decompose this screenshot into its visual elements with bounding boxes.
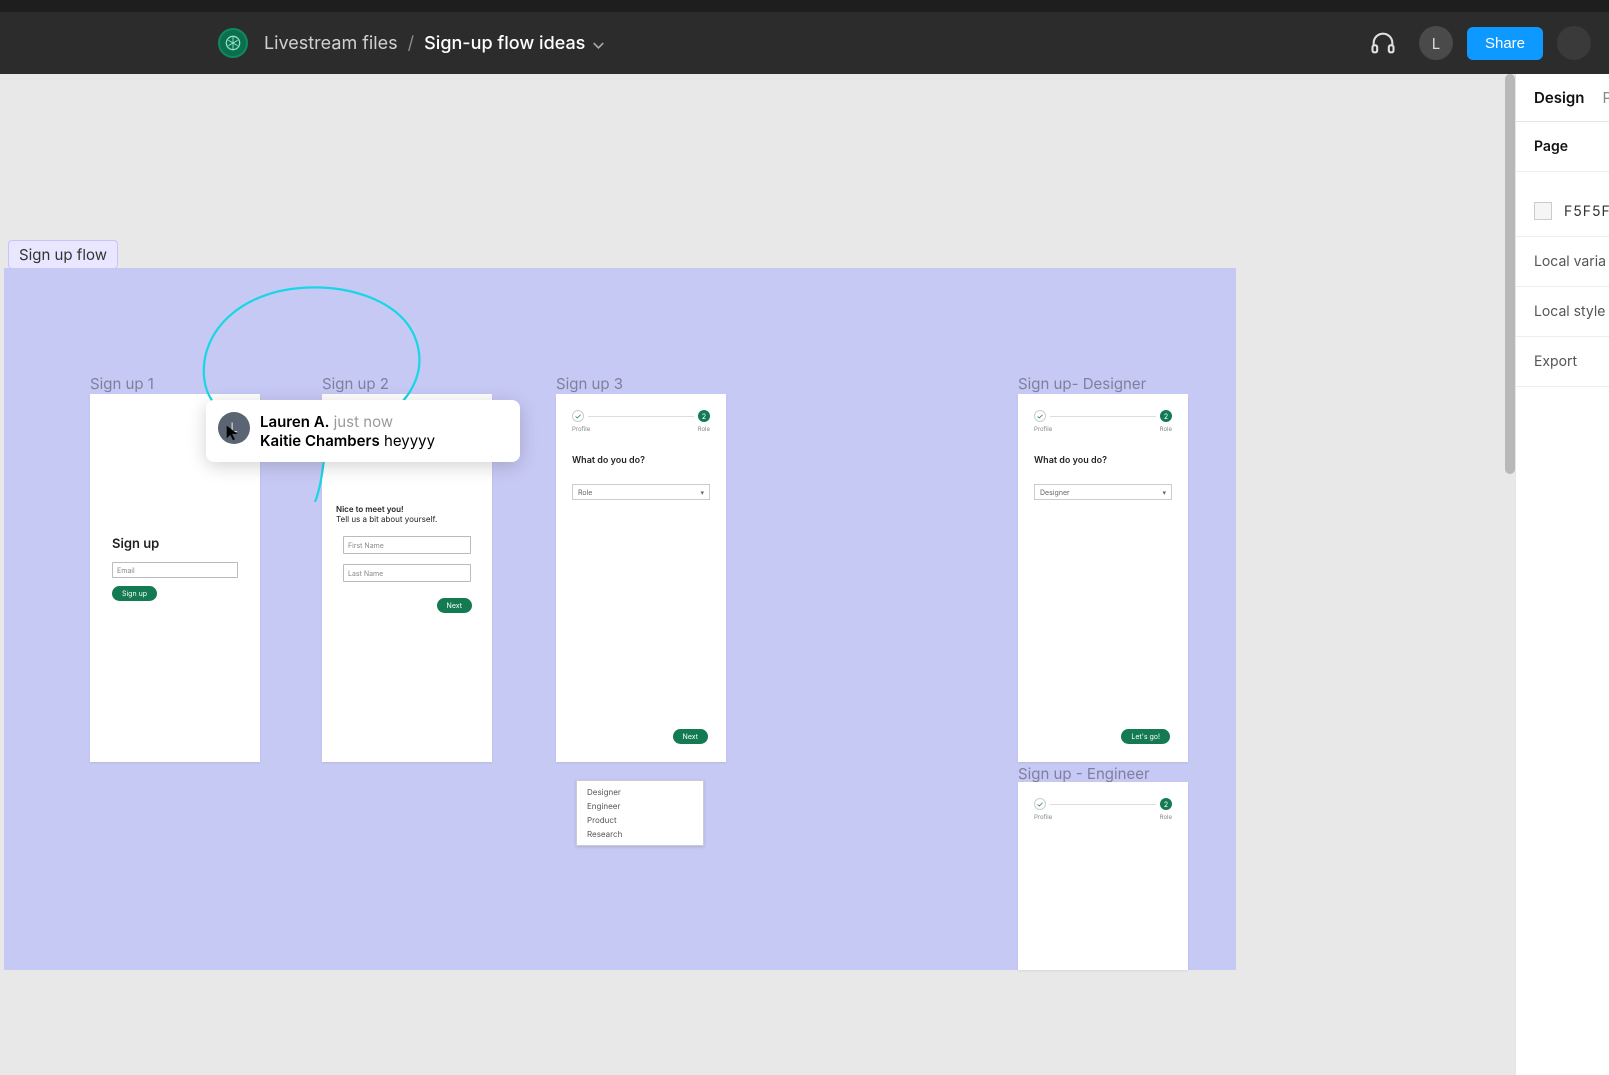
page-color-hex[interactable]: F5F5F xyxy=(1564,203,1609,220)
color-swatch[interactable] xyxy=(1534,202,1552,220)
user-avatar[interactable]: L xyxy=(1419,26,1453,60)
breadcrumb-file-label: Sign-up flow ideas xyxy=(424,33,585,54)
tab-prototype[interactable]: P xyxy=(1602,88,1609,107)
step-label-2: Role xyxy=(698,426,710,433)
comment-timestamp: just now xyxy=(334,412,393,431)
breadcrumb-separator: / xyxy=(408,33,415,54)
step-label-2: Role xyxy=(1160,814,1172,821)
section-page: Page xyxy=(1516,122,1609,172)
frame-label[interactable]: Sign up 1 xyxy=(90,374,154,393)
question-heading: What do you do? xyxy=(1034,455,1172,466)
section-local-styles[interactable]: Local style xyxy=(1516,287,1609,337)
page-background-row[interactable]: F5F5F xyxy=(1534,202,1609,220)
heading: Sign up xyxy=(112,536,238,552)
dropdown-option[interactable]: Product xyxy=(577,813,703,827)
breadcrumb: Livestream files / Sign-up flow ideas ⌄ xyxy=(264,33,606,54)
email-field[interactable]: Email xyxy=(112,562,238,578)
signup-button[interactable]: Sign up xyxy=(112,586,157,601)
team-icon xyxy=(225,35,241,51)
greeting-line-2: Tell us a bit about yourself. xyxy=(336,514,478,524)
progress-stepper: 2 xyxy=(572,410,710,422)
step-done-icon xyxy=(1034,410,1046,422)
cursor-icon xyxy=(224,424,242,442)
section-label[interactable]: Sign up flow xyxy=(8,240,118,269)
comment-mention: Kaitie Chambers xyxy=(260,431,380,450)
share-button[interactable]: Share xyxy=(1467,27,1543,60)
role-select-value: Role xyxy=(578,488,592,497)
frame-signup-designer[interactable]: 2 Profile Role What do you do? Designer ▾… xyxy=(1018,394,1188,762)
tab-design[interactable]: Design xyxy=(1534,88,1584,107)
comment-card[interactable]: L Lauren A. just now Kaitie Chambers hey… xyxy=(206,400,520,462)
progress-stepper: 2 xyxy=(1034,798,1172,810)
section-local-variables[interactable]: Local varia xyxy=(1516,237,1609,287)
step-current: 2 xyxy=(1160,798,1172,810)
breadcrumb-project[interactable]: Livestream files xyxy=(264,33,398,54)
dropdown-option[interactable]: Research xyxy=(577,827,703,841)
role-select[interactable]: Role ▾ xyxy=(572,484,710,500)
next-button[interactable]: Next xyxy=(673,729,708,744)
headphones-icon[interactable] xyxy=(1369,29,1397,57)
chevron-down-icon: ▾ xyxy=(700,488,704,497)
menu-bar-strip xyxy=(0,0,1609,12)
role-select[interactable]: Designer ▾ xyxy=(1034,484,1172,500)
step-label-1: Profile xyxy=(1034,814,1052,821)
step-done-icon xyxy=(572,410,584,422)
frame-signup-engineer[interactable]: 2 Profile Role xyxy=(1018,782,1188,970)
frame-label[interactable]: Sign up- Designer xyxy=(1018,374,1146,393)
last-name-field[interactable]: Last Name xyxy=(343,564,471,582)
question-heading: What do you do? xyxy=(572,455,710,466)
canvas-vertical-scrollbar[interactable] xyxy=(1505,74,1515,474)
chevron-down-icon: ▾ xyxy=(1162,488,1166,497)
next-button[interactable]: Next xyxy=(437,598,472,613)
frame-label[interactable]: Sign up 2 xyxy=(322,374,389,393)
breadcrumb-file[interactable]: Sign-up flow ideas ⌄ xyxy=(424,33,605,54)
workspace: Sign up flow Sign up 1 Sign up Email Sig… xyxy=(0,74,1609,1075)
step-current: 2 xyxy=(698,410,710,422)
chevron-down-icon[interactable]: ⌄ xyxy=(591,33,605,54)
team-avatar[interactable] xyxy=(218,28,248,58)
lets-go-button[interactable]: Let's go! xyxy=(1121,729,1170,744)
section-export[interactable]: Export xyxy=(1516,337,1609,387)
comment-text: heyyyy xyxy=(384,431,435,450)
step-label-1: Profile xyxy=(572,426,590,433)
step-current: 2 xyxy=(1160,410,1172,422)
avatar-overflow[interactable] xyxy=(1557,26,1591,60)
title-bar: Livestream files / Sign-up flow ideas ⌄ … xyxy=(0,12,1609,74)
panel-tabs: Design P xyxy=(1516,74,1609,122)
step-done-icon xyxy=(1034,798,1046,810)
role-select-value: Designer xyxy=(1040,488,1070,497)
progress-stepper: 2 xyxy=(1034,410,1172,422)
comment-author: Lauren A. xyxy=(260,412,329,431)
step-label-2: Role xyxy=(1160,426,1172,433)
greeting-line-1: Nice to meet you! xyxy=(336,504,478,514)
dropdown-option[interactable]: Engineer xyxy=(577,799,703,813)
frame-label[interactable]: Sign up - Engineer xyxy=(1018,764,1150,783)
frame-label[interactable]: Sign up 3 xyxy=(556,374,623,393)
properties-panel: Design P Page F5F5F Local varia Local st… xyxy=(1515,74,1609,1075)
step-label-1: Profile xyxy=(1034,426,1052,433)
frame-signup-3[interactable]: 2 Profile Role What do you do? Role ▾ Nex… xyxy=(556,394,726,762)
first-name-field[interactable]: First Name xyxy=(343,536,471,554)
role-dropdown-options[interactable]: Designer Engineer Product Research xyxy=(576,780,704,846)
dropdown-option[interactable]: Designer xyxy=(577,785,703,799)
